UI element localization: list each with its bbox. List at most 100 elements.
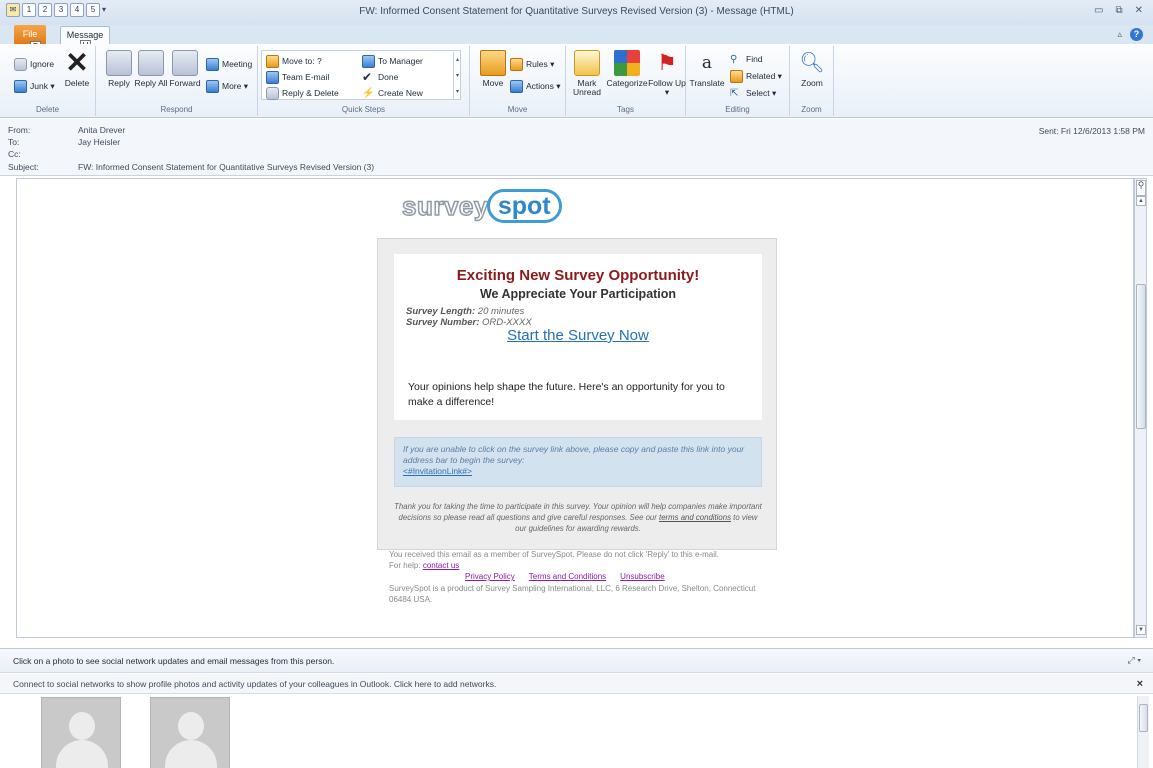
junk-button[interactable]: Junk ▾ [14, 78, 55, 94]
more-button[interactable]: More ▾ [206, 78, 248, 94]
terms-conditions-link[interactable]: terms and conditions [659, 513, 731, 522]
quickstep-reply-delete[interactable]: Reply & Delete [266, 85, 339, 101]
to-manager-label: To Manager [378, 56, 423, 66]
restore-icon[interactable]: ⧉ [1115, 5, 1122, 16]
mark-unread-button[interactable]: Mark Unread [568, 48, 606, 97]
body-scrollbar[interactable]: ⚲ ▲ ▼ [1134, 178, 1147, 638]
reply-delete-label: Reply & Delete [282, 88, 339, 98]
rules-icon [510, 57, 523, 71]
avatar-head-icon [69, 712, 95, 740]
follow-up-label: Follow Up ▾ [648, 78, 686, 97]
quickstep-to-manager[interactable]: To Manager [362, 53, 423, 69]
select-label: Select ▾ [746, 87, 777, 98]
people-scrollbar-thumb[interactable] [1139, 704, 1148, 732]
move-button[interactable]: Move [474, 48, 512, 88]
from-label: From: [8, 125, 31, 135]
find-button[interactable]: ⚲ Find [730, 51, 763, 67]
minimize-icon[interactable]: ▭ [1094, 5, 1103, 16]
people-pane: Click on a photo to see social network u… [0, 648, 1153, 768]
help-icon[interactable]: ? [1130, 28, 1143, 41]
quickstep-team-email[interactable]: Team E-mail [266, 69, 329, 85]
survey-length-value: 20 minutes [477, 306, 525, 317]
social-networks-text[interactable]: Connect to social networks to show profi… [13, 679, 496, 689]
start-survey-link[interactable]: Start the Survey Now [394, 327, 762, 344]
terms-link[interactable]: Terms and Conditions [529, 572, 606, 581]
to-value[interactable]: Jay Heisler [78, 137, 120, 147]
copy-link-instructions: If you are unable to click on the survey… [403, 444, 745, 465]
avatar[interactable] [150, 697, 230, 768]
find-label: Find [746, 54, 763, 64]
scroll-up-icon[interactable]: ▲ [1136, 196, 1146, 206]
ribbon-minimize-icon[interactable]: ▵ [1117, 29, 1122, 40]
forward-button[interactable]: Forward [166, 48, 204, 88]
group-editing: a Translate ⚲ Find Related ▾ ⇱ Select ▾ … [686, 46, 790, 116]
related-button[interactable]: Related ▾ [730, 68, 782, 84]
quickstep-create-new[interactable]: ⚡ Create New [362, 85, 423, 101]
email-footer: You received this email as a member of S… [389, 550, 779, 571]
actions-icon [510, 79, 523, 93]
categorize-button[interactable]: Categorize [606, 48, 648, 88]
people-pane-hint: Click on a photo to see social network u… [13, 656, 335, 666]
select-cursor-icon: ⇱ [730, 87, 739, 99]
reply-all-button[interactable]: Reply All [132, 48, 170, 88]
avatar-head-icon [178, 712, 204, 740]
select-button[interactable]: ⇱ Select ▾ [730, 85, 776, 101]
translate-button[interactable]: a Translate [688, 48, 726, 88]
quickstep-done[interactable]: ✔ Done [362, 69, 398, 85]
people-scrollbar[interactable] [1137, 696, 1149, 768]
ignore-button[interactable]: Ignore [14, 56, 54, 72]
reply-label: Reply [108, 78, 130, 88]
rules-button[interactable]: Rules ▾ [510, 56, 554, 72]
to-manager-icon [362, 54, 375, 68]
team-email-icon [266, 70, 279, 84]
delete-label: Delete [64, 78, 90, 88]
meeting-button[interactable]: Meeting [206, 56, 252, 72]
thanks-text: Thank you for taking the time to partici… [394, 501, 762, 534]
translate-label: Translate [689, 78, 725, 88]
group-move-label: Move [507, 105, 528, 114]
move-to-icon [266, 54, 279, 68]
body-scrollbar-thumb[interactable] [1136, 284, 1146, 429]
zoom-button[interactable]: 🔍︎ Zoom [793, 48, 831, 88]
more-icon [206, 79, 219, 93]
ribbon-tabs: File F Message H ▵ ? [0, 25, 1153, 53]
delete-button[interactable]: ✕ Delete [58, 48, 96, 88]
people-pane-header: Click on a photo to see social network u… [0, 649, 1153, 673]
footer-for-help: For help: [389, 560, 421, 570]
scroll-zoom-icon[interactable]: ⚲ [1136, 180, 1146, 196]
unsubscribe-link[interactable]: Unsubscribe [620, 572, 664, 581]
quick-steps-scroll-icon[interactable]: ▴ ▾ ▾ [453, 52, 461, 100]
privacy-policy-link[interactable]: Privacy Policy [465, 572, 515, 581]
group-quick-steps: Move to: ? Team E-mail Reply & Delete To… [258, 46, 470, 116]
footer-company: SurveySpot is a product of Survey Sampli… [389, 584, 756, 604]
group-delete: Ignore Junk ▾ ✕ Delete Delete [0, 46, 96, 116]
move-folder-icon [480, 50, 506, 76]
mark-unread-icon [574, 50, 600, 76]
ribbon: Ignore Junk ▾ ✕ Delete Delete Reply Repl… [0, 44, 1153, 118]
footer-member-note: You received this email as a member of S… [389, 550, 720, 559]
social-networks-bar[interactable]: Connect to social networks to show profi… [0, 674, 1153, 694]
avatar-body-icon [165, 740, 217, 768]
from-value[interactable]: Anita Drever [78, 125, 125, 135]
cc-label: Cc: [8, 149, 21, 159]
social-bar-close-icon[interactable]: × [1137, 678, 1143, 690]
quickstep-move-to[interactable]: Move to: ? [266, 53, 322, 69]
close-icon[interactable]: ✕ [1135, 5, 1143, 16]
invitation-link[interactable]: <#InvitationLink#> [403, 466, 472, 476]
mark-unread-label: Mark Unread [573, 78, 601, 97]
actions-button[interactable]: Actions ▾ [510, 78, 561, 94]
people-pane-expand-icon[interactable]: ⤢ ▾ [1128, 655, 1141, 666]
survey-length-label: Survey Length: [406, 306, 476, 317]
email-paragraph: Your opinions help shape the future. Her… [408, 381, 725, 408]
done-label: Done [378, 72, 399, 82]
move-label: Move [482, 78, 504, 88]
message-header: From: Anita Drever To: Jay Heisler Cc: Sub… [0, 119, 1153, 176]
follow-up-button[interactable]: ⚑ Follow Up ▾ [648, 48, 686, 97]
related-icon [730, 69, 743, 83]
zoom-magnifier-icon: 🔍︎ [799, 52, 825, 74]
contact-us-link[interactable]: contact us [423, 561, 459, 570]
group-editing-label: Editing [725, 105, 750, 114]
scroll-down-icon[interactable]: ▼ [1136, 625, 1146, 635]
message-body: survey spot Exciting New Survey Opportun… [16, 178, 1134, 638]
avatar[interactable] [41, 697, 121, 768]
